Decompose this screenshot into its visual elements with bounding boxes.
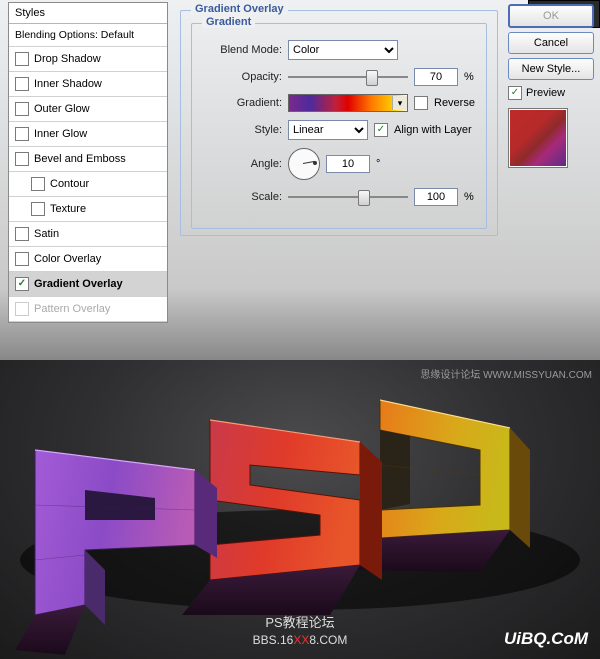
new-style-button[interactable]: New Style... bbox=[508, 58, 594, 80]
style-color-overlay[interactable]: Color Overlay bbox=[9, 247, 167, 272]
angle-dial[interactable] bbox=[288, 148, 320, 180]
scale-slider[interactable] bbox=[288, 190, 408, 204]
blend-mode-label: Blend Mode: bbox=[202, 44, 282, 56]
style-texture[interactable]: Texture bbox=[9, 197, 167, 222]
checkbox-icon[interactable] bbox=[15, 102, 29, 116]
opacity-value[interactable]: 70 bbox=[414, 68, 458, 86]
reverse-label: Reverse bbox=[434, 97, 475, 109]
style-drop-shadow[interactable]: Drop Shadow bbox=[9, 47, 167, 72]
checkbox-icon[interactable] bbox=[15, 77, 29, 91]
footer-watermark: PS教程论坛 BBS.16XX8.COM bbox=[253, 614, 348, 649]
style-inner-glow[interactable]: Inner Glow bbox=[9, 122, 167, 147]
chevron-down-icon[interactable]: ▾ bbox=[392, 96, 407, 110]
style-bevel-emboss[interactable]: Bevel and Emboss bbox=[9, 147, 167, 172]
uibq-watermark: UiBQ.CoM bbox=[504, 629, 588, 649]
style-pattern-overlay[interactable]: Pattern Overlay bbox=[9, 297, 167, 322]
align-checkbox[interactable]: ✓ bbox=[374, 123, 388, 137]
scale-label: Scale: bbox=[202, 191, 282, 203]
preview-swatch bbox=[508, 108, 568, 168]
style-inner-shadow[interactable]: Inner Shadow bbox=[9, 72, 167, 97]
style-label: Style: bbox=[202, 124, 282, 136]
checkbox-icon[interactable] bbox=[15, 252, 29, 266]
checkbox-icon[interactable] bbox=[15, 127, 29, 141]
blend-mode-select[interactable]: Color bbox=[288, 40, 398, 60]
inner-title: Gradient bbox=[202, 16, 255, 28]
gradient-label: Gradient: bbox=[202, 97, 282, 109]
dialog-buttons: OK Cancel New Style... ✓ Preview bbox=[508, 0, 594, 168]
gradient-overlay-panel: Gradient Overlay Gradient Blend Mode: Co… bbox=[180, 4, 498, 236]
psd-render-preview: 思缘设计论坛 WWW.MISSYUAN.COM bbox=[0, 360, 600, 659]
checkbox-icon[interactable] bbox=[31, 177, 45, 191]
scale-value[interactable]: 100 bbox=[414, 188, 458, 206]
checkbox-icon[interactable] bbox=[31, 202, 45, 216]
reverse-checkbox[interactable] bbox=[414, 96, 428, 110]
style-satin[interactable]: Satin bbox=[9, 222, 167, 247]
style-contour[interactable]: Contour bbox=[9, 172, 167, 197]
preview-label: Preview bbox=[526, 87, 565, 99]
opacity-slider[interactable] bbox=[288, 70, 408, 84]
gradient-picker[interactable]: ▾ bbox=[288, 94, 408, 112]
checkbox-icon[interactable] bbox=[15, 52, 29, 66]
angle-label: Angle: bbox=[202, 158, 282, 170]
checkbox-icon[interactable] bbox=[15, 302, 29, 316]
checkbox-icon[interactable] bbox=[15, 227, 29, 241]
styles-list-panel: Styles Blending Options: Default Drop Sh… bbox=[8, 2, 168, 323]
style-select[interactable]: Linear bbox=[288, 120, 368, 140]
checkbox-icon[interactable] bbox=[15, 152, 29, 166]
layer-style-dialog: 网页教学网 WWW.WEBJX.COM Styles Blending Opti… bbox=[0, 0, 600, 360]
angle-value[interactable]: 10 bbox=[326, 155, 370, 173]
cancel-button[interactable]: Cancel bbox=[508, 32, 594, 54]
preview-checkbox[interactable]: ✓ bbox=[508, 86, 522, 100]
section-title: Gradient Overlay bbox=[191, 3, 288, 15]
styles-header[interactable]: Styles bbox=[9, 3, 167, 24]
ok-button[interactable]: OK bbox=[508, 4, 594, 28]
opacity-label: Opacity: bbox=[202, 71, 282, 83]
align-label: Align with Layer bbox=[394, 124, 472, 136]
style-gradient-overlay[interactable]: ✓Gradient Overlay bbox=[9, 272, 167, 297]
style-blending-options[interactable]: Blending Options: Default bbox=[9, 24, 167, 47]
checkbox-icon[interactable]: ✓ bbox=[15, 277, 29, 291]
style-outer-glow[interactable]: Outer Glow bbox=[9, 97, 167, 122]
